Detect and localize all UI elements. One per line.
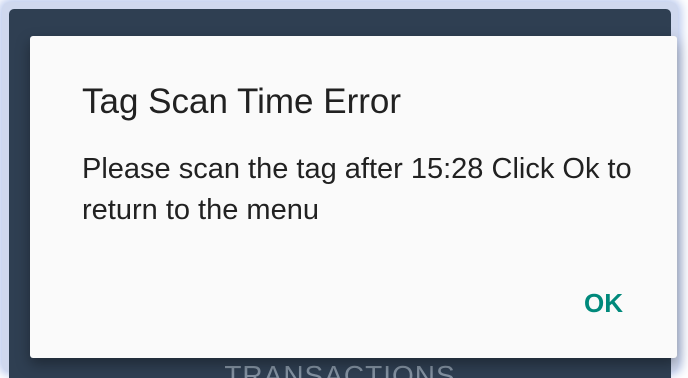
error-dialog: Tag Scan Time Error Please scan the tag … [30,36,677,358]
screen: TRANSACTIONS Tag Scan Time Error Please … [0,0,688,378]
dialog-title: Tag Scan Time Error [82,82,401,121]
ok-button[interactable]: OK [576,284,631,323]
transactions-tab[interactable]: TRANSACTIONS [9,360,671,378]
dialog-message: Please scan the tag after 15:28 Click Ok… [82,153,632,226]
